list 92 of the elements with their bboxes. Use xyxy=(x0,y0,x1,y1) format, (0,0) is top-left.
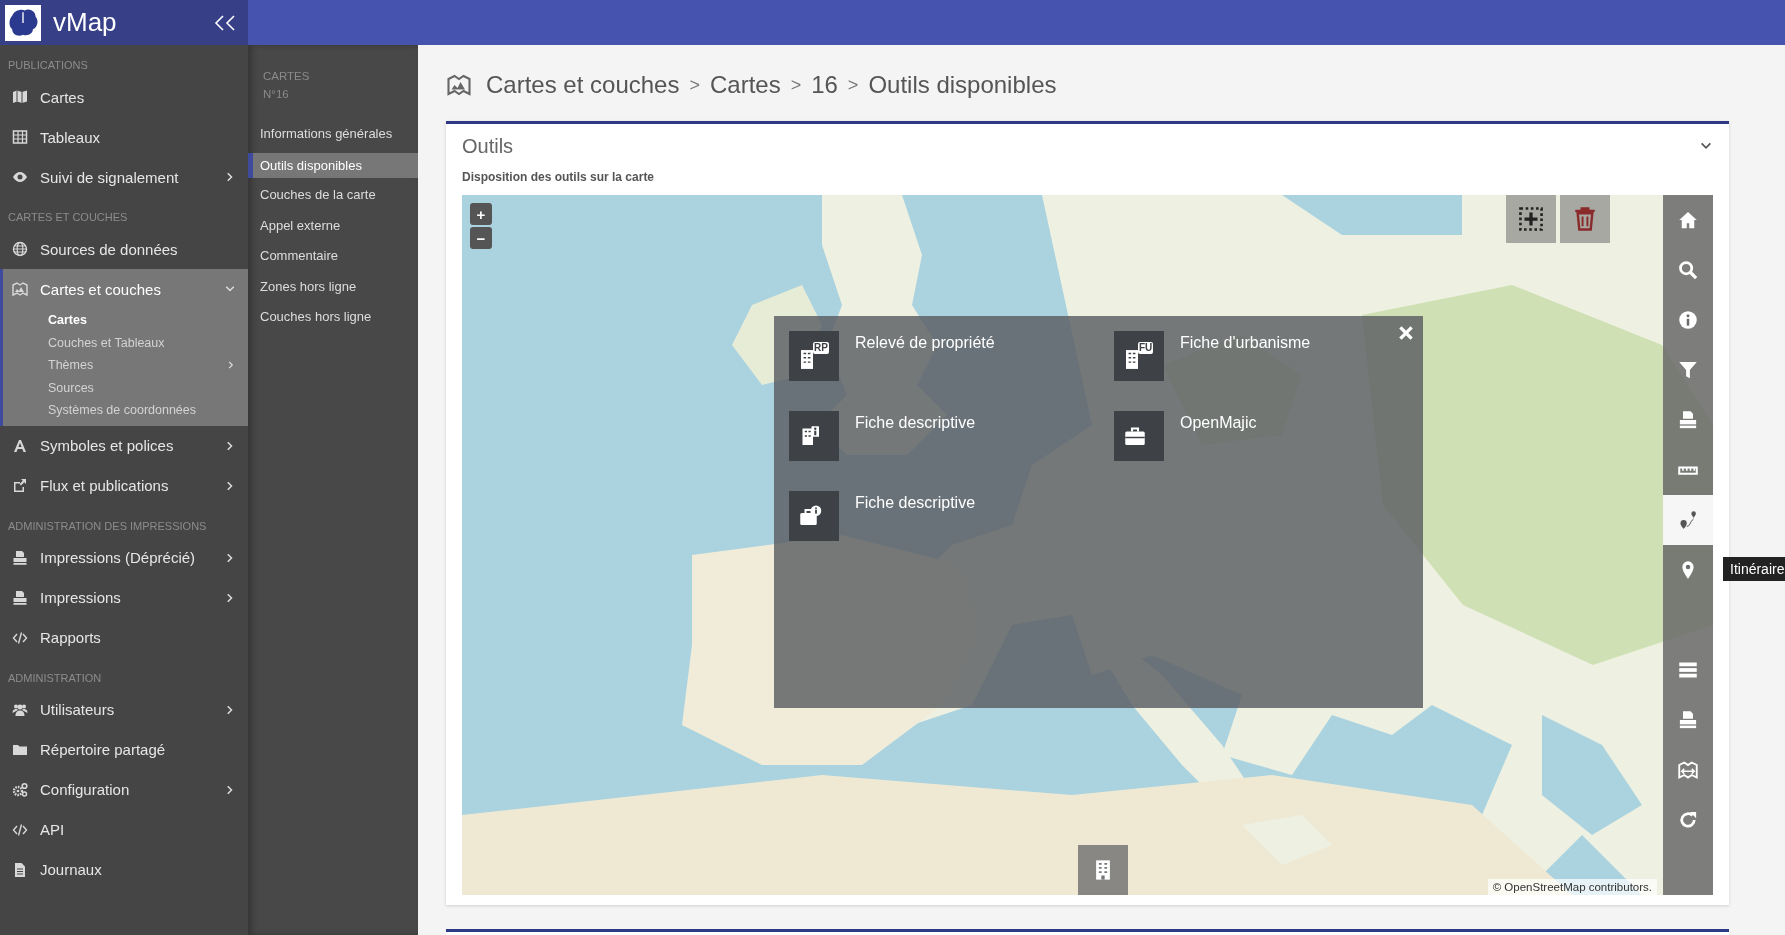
route-icon xyxy=(1678,510,1698,530)
sidebar-item[interactable]: API xyxy=(0,809,248,850)
sidebar-item[interactable]: Impressions xyxy=(0,577,248,618)
sidebar-item[interactable]: Rapports xyxy=(0,617,248,658)
card-subtitle: Disposition des outils sur la carte xyxy=(462,170,656,184)
breadcrumb-item[interactable]: Cartes xyxy=(709,71,781,99)
subnav-item[interactable]: Commentaire xyxy=(248,241,418,272)
map-icon xyxy=(12,281,28,297)
breadcrumb-separator: > xyxy=(689,74,700,96)
sidebar-item[interactable]: Flux et publications xyxy=(0,465,248,506)
sidebar-item[interactable]: Répertoire partagé xyxy=(0,729,248,770)
tool-tile[interactable]: RP xyxy=(789,331,839,381)
zoom-out-button[interactable]: − xyxy=(470,227,492,249)
collapse-icon[interactable] xyxy=(214,13,236,32)
subnav-item[interactable]: Outils disponibles xyxy=(248,152,418,178)
gears-icon xyxy=(12,781,28,798)
building-icon xyxy=(1126,349,1138,369)
globe-icon xyxy=(12,241,28,257)
tool-tile[interactable]: FU xyxy=(1114,331,1164,381)
sidebar-item[interactable]: Impressions (Déprécié) xyxy=(0,537,248,578)
search-icon xyxy=(1678,260,1698,280)
printer-icon xyxy=(1678,410,1698,430)
section-heading: ADMINISTRATION DES IMPRESSIONS xyxy=(7,518,208,534)
trash-icon xyxy=(1572,206,1598,232)
code-icon xyxy=(12,821,28,838)
sidebar-item[interactable]: Cartes et couches xyxy=(3,269,248,309)
tool-label: Fiche descriptive xyxy=(855,494,976,512)
select-area-button[interactable] xyxy=(1506,195,1556,243)
map-icon xyxy=(1678,760,1698,780)
printer-icon xyxy=(12,549,28,566)
section-heading: PUBLICATIONS xyxy=(7,58,89,73)
subnav-item[interactable]: Appel externe xyxy=(248,210,418,241)
table-icon xyxy=(12,129,28,145)
refresh-icon xyxy=(1678,810,1698,830)
map-icon xyxy=(446,73,472,97)
briefcase-info-icon xyxy=(798,504,822,528)
add-selection-icon xyxy=(1518,206,1544,232)
subnav-item[interactable]: Couches de la carte xyxy=(248,180,418,211)
breadcrumb-item[interactable]: Outils disponibles xyxy=(868,71,1057,99)
submenu-item[interactable]: Cartes xyxy=(3,309,248,332)
sidebar-item[interactable]: Sources de données xyxy=(0,229,248,269)
sidebar-item[interactable]: Cartes xyxy=(0,77,248,117)
sidebar-item[interactable]: Symboles et polices xyxy=(0,425,248,466)
code-icon xyxy=(12,629,28,646)
icon-badge: RP xyxy=(813,342,829,354)
tool-tile[interactable] xyxy=(789,491,839,541)
breadcrumb-item[interactable]: 16 xyxy=(811,71,838,99)
document-icon xyxy=(12,861,28,878)
map-icon xyxy=(12,89,28,105)
tool-label: Fiche descriptive xyxy=(855,414,976,432)
sidebar-item[interactable]: Utilisateurs xyxy=(0,689,248,730)
zoom-in-button[interactable]: + xyxy=(470,203,492,225)
subnav-item[interactable]: Couches hors ligne xyxy=(248,302,418,333)
share-icon xyxy=(12,477,28,494)
tool-label: OpenMajic xyxy=(1180,414,1257,432)
font-icon xyxy=(12,437,28,454)
section-heading: ADMINISTRATION xyxy=(7,670,103,686)
sidebar-item[interactable]: Tableaux xyxy=(0,117,248,157)
building-button[interactable] xyxy=(1078,845,1128,895)
list-icon xyxy=(1678,660,1698,680)
tool-label: Relevé de propriété xyxy=(855,334,995,352)
tool-label: Fiche d'urbanisme xyxy=(1180,334,1311,352)
icon-badge: FU xyxy=(1138,342,1154,354)
eye-icon xyxy=(12,169,28,185)
tooltip: Itinéraire xyxy=(1723,557,1785,581)
close-icon[interactable] xyxy=(1397,324,1415,342)
sidebar-item[interactable]: Suivi de signalement xyxy=(0,157,248,197)
section-heading: CARTES ET COUCHES xyxy=(7,210,129,225)
tool-tile[interactable] xyxy=(1114,411,1164,461)
breadcrumb-separator: > xyxy=(847,74,859,96)
delete-button[interactable] xyxy=(1560,195,1610,243)
printer-icon xyxy=(12,589,28,606)
info-icon xyxy=(1678,310,1698,330)
briefcase-icon xyxy=(1123,424,1147,448)
sidebar-item[interactable]: Configuration xyxy=(0,769,248,810)
sidebar-item[interactable]: Journaux xyxy=(0,849,248,890)
subnav-item[interactable]: Zones hors ligne xyxy=(248,271,418,302)
breadcrumb-item[interactable]: Cartes et couches xyxy=(486,71,680,99)
subnav-title: CARTES xyxy=(262,69,311,84)
filter-icon xyxy=(1678,360,1698,380)
app-name: vMap xyxy=(53,7,118,38)
subnav-item[interactable]: Informations générales xyxy=(248,119,418,150)
map-number: N°16 xyxy=(262,87,290,102)
home-icon xyxy=(1678,210,1698,230)
attribution: © OpenStreetMap contributors. xyxy=(1487,879,1657,895)
toolbar-button[interactable] xyxy=(1663,495,1713,545)
breadcrumb-separator: > xyxy=(790,74,802,96)
logo-icon xyxy=(5,4,41,41)
card-title: Outils xyxy=(462,134,514,158)
building-icon xyxy=(801,349,813,369)
printer-icon xyxy=(1678,710,1698,730)
tool-tile[interactable] xyxy=(789,411,839,461)
